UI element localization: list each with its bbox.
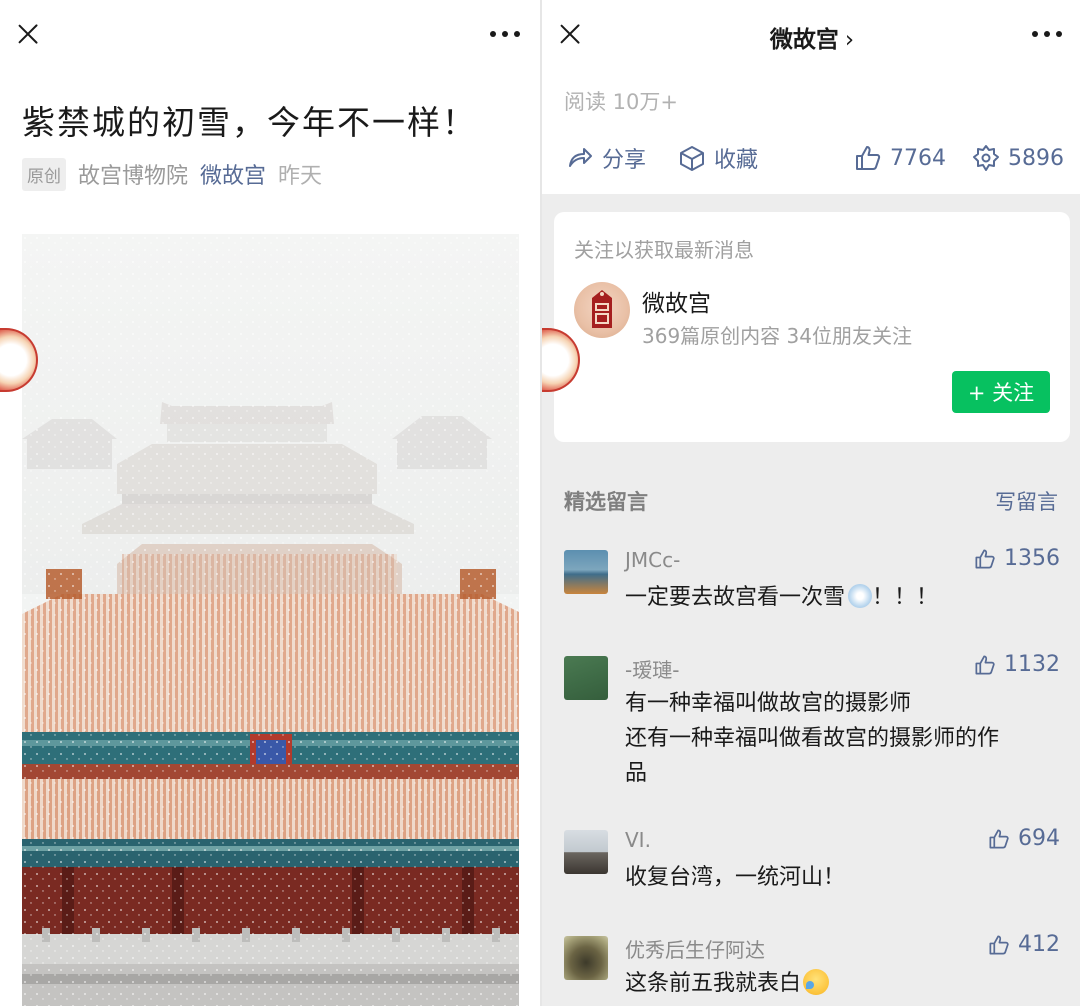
palace-illustration	[22, 234, 519, 1006]
wow-icon	[973, 145, 999, 171]
commenter-name[interactable]: JMCc-	[625, 548, 680, 572]
commenter-avatar[interactable]	[564, 936, 608, 980]
commenter-avatar[interactable]	[564, 550, 608, 594]
comment-text: 有一种幸福叫做故宫的摄影师 还有一种幸福叫做看故宫的摄影师的作 品	[625, 686, 1065, 791]
thumb-up-icon	[989, 828, 1009, 849]
comment-line: 品	[625, 761, 648, 786]
account-avatar[interactable]	[574, 282, 630, 338]
account-title[interactable]: 微故宫 ›	[542, 20, 1080, 54]
favorite-button[interactable]: 收藏	[678, 142, 758, 174]
thumb-up-icon	[856, 146, 881, 170]
palace-logo-icon	[592, 290, 612, 328]
write-comment-button[interactable]: 写留言	[995, 486, 1058, 516]
commenter-avatar[interactable]	[564, 656, 608, 700]
wow-button[interactable]: 5896	[972, 142, 1064, 174]
article-pane: 紫禁城的初雪，今年不一样！ 原创 故宫博物院 微故宫 昨天	[0, 0, 538, 1006]
comment-line: 一定要去故宫看一次雪	[625, 585, 846, 610]
commenter-name[interactable]: -瑷璉-	[625, 654, 679, 683]
comment-line: 还有一种幸福叫做看故宫的摄影师的作	[625, 726, 1000, 751]
comment-text: 一定要去故宫看一次雪 ！！！	[625, 580, 1065, 615]
snowflake-emoji	[848, 584, 873, 608]
original-tag: 原创	[22, 157, 66, 191]
stats-area: 阅读 10万+ 分享 收藏 7764 5896	[542, 68, 1080, 194]
comment-like-count: 694	[1018, 826, 1060, 851]
commenter-name[interactable]: 优秀后生仔阿达	[625, 934, 765, 963]
thumb-up-icon	[975, 654, 995, 675]
follow-hint: 关注以获取最新消息	[574, 238, 754, 262]
more-icon[interactable]	[490, 29, 520, 39]
account-link[interactable]: 微故宫	[200, 158, 266, 190]
commenter-avatar[interactable]	[564, 830, 608, 874]
comment-line: ！！！	[872, 585, 939, 610]
article-footer-pane: 微故宫 › 阅读 10万+ 分享 收藏 7764 5896 关注以获取最新消息 …	[540, 0, 1080, 1006]
cover-photo-forbidden-city-snow	[22, 234, 519, 1006]
crying-laugh-emoji	[803, 969, 830, 995]
article-date: 昨天	[278, 164, 323, 189]
comment-line: 有一种幸福叫做故宫的摄影师	[625, 691, 912, 716]
thumb-up-icon	[989, 934, 1009, 955]
comment-like-button[interactable]: 1132	[974, 652, 1060, 677]
favorite-icon	[680, 146, 704, 171]
comment-like-count: 1132	[1004, 652, 1060, 677]
comment-like-count: 412	[1018, 932, 1060, 957]
comment-like-button[interactable]: 412	[988, 932, 1060, 957]
close-icon[interactable]	[14, 20, 42, 48]
follow-button[interactable]: + 关注	[952, 371, 1050, 413]
comment-text: 这条前五我就表白	[625, 966, 1065, 1001]
featured-comments-title: 精选留言	[564, 490, 648, 514]
follow-card: 关注以获取最新消息 微故宫 369篇原创内容 34位朋友关注 + 关注	[554, 212, 1070, 442]
top-bar: 微故宫 ›	[542, 0, 1080, 68]
thumb-up-icon	[975, 548, 995, 569]
comment-like-button[interactable]: 694	[988, 826, 1060, 851]
account-name[interactable]: 微故宫	[642, 284, 711, 318]
account-stats: 369篇原创内容 34位朋友关注	[642, 324, 912, 348]
more-icon[interactable]	[1032, 29, 1062, 39]
comment-line: 收复台湾，一统河山！	[625, 865, 846, 890]
read-count: 阅读 10万+	[564, 90, 678, 114]
like-button[interactable]: 7764	[854, 142, 946, 174]
comment-line: 这条前五我就表白	[625, 971, 802, 996]
chevron-right-icon: ›	[844, 27, 855, 53]
share-label: 分享	[602, 148, 647, 173]
comment-like-count: 1356	[1004, 546, 1060, 571]
like-count: 7764	[890, 145, 946, 171]
share-icon	[569, 148, 592, 167]
comment-like-button[interactable]: 1356	[974, 546, 1060, 571]
article-author: 故宫博物院	[78, 164, 189, 189]
article-title: 紫禁城的初雪，今年不一样！	[22, 103, 477, 142]
favorite-label: 收藏	[714, 148, 759, 173]
wow-count: 5896	[1008, 145, 1064, 171]
commenter-name[interactable]: VI.	[625, 828, 651, 852]
share-button[interactable]: 分享	[566, 142, 646, 174]
comment-text: 收复台湾，一统河山！	[625, 860, 1065, 895]
account-title-text: 微故宫	[769, 27, 839, 53]
article-meta: 原创 故宫博物院 微故宫 昨天	[22, 157, 323, 191]
